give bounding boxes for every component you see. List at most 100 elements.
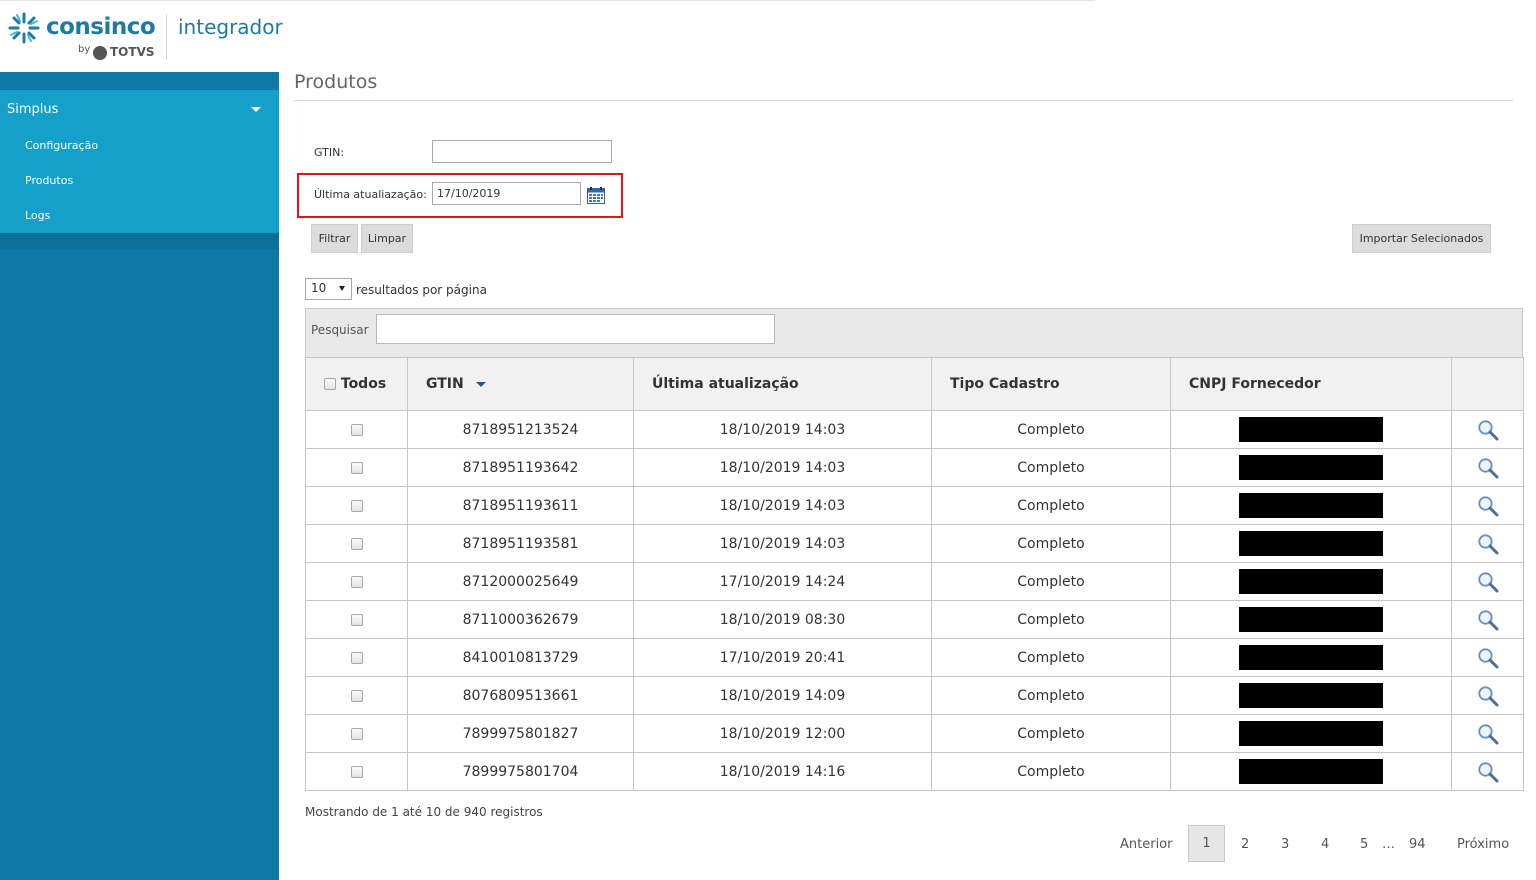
clear-button[interactable]: Limpar — [361, 224, 413, 253]
top-divider — [0, 0, 1095, 1]
totvs-logo-icon — [93, 46, 107, 60]
pagination-page[interactable]: 4 — [1321, 837, 1329, 852]
gtin-cell: 8410010813729 — [407, 638, 634, 677]
magnifier-icon[interactable] — [1477, 533, 1499, 555]
table-row[interactable]: 7899975801704 18/10/2019 14:16 Completo — [305, 752, 1524, 791]
tipo-cadastro-cell: Completo — [931, 410, 1171, 449]
gtin-cell: 8718951213524 — [407, 410, 634, 449]
magnifier-icon[interactable] — [1477, 685, 1499, 707]
pagination-next[interactable]: Próximo — [1457, 837, 1509, 852]
last-update-cell: 18/10/2019 08:30 — [633, 600, 932, 639]
row-checkbox[interactable] — [350, 499, 363, 512]
cnpj-cell — [1170, 600, 1452, 639]
magnifier-icon[interactable] — [1477, 723, 1499, 745]
last-update-cell: 17/10/2019 20:41 — [633, 638, 932, 677]
cnpj-cell — [1170, 448, 1452, 487]
pagination-page[interactable]: 2 — [1241, 837, 1249, 852]
magnifier-icon[interactable] — [1477, 457, 1499, 479]
pagination-previous[interactable]: Anterior — [1120, 837, 1172, 852]
date-input[interactable] — [432, 182, 581, 205]
app-logo[interactable]: consinco by TOTVS integrador — [6, 8, 283, 64]
last-update-cell: 18/10/2019 14:03 — [633, 410, 932, 449]
magnifier-icon[interactable] — [1477, 647, 1499, 669]
row-select-cell — [305, 410, 408, 449]
row-checkbox[interactable] — [350, 461, 363, 474]
sidebar-item-produtos[interactable]: Produtos — [25, 174, 73, 187]
row-checkbox[interactable] — [350, 575, 363, 588]
table-row[interactable]: 8076809513661 18/10/2019 14:09 Completo — [305, 676, 1524, 715]
import-selected-button[interactable]: Importar Selecionados — [1352, 224, 1491, 253]
last-update-cell: 18/10/2019 14:16 — [633, 752, 932, 791]
calendar-icon[interactable] — [587, 187, 605, 204]
sidebar-item-logs[interactable]: Logs — [25, 209, 50, 222]
magnifier-icon[interactable] — [1477, 761, 1499, 783]
row-checkbox[interactable] — [350, 651, 363, 664]
column-header-cnpj[interactable]: CNPJ Fornecedor — [1170, 357, 1452, 411]
records-info: Mostrando de 1 até 10 de 940 registros — [305, 805, 543, 819]
redacted-block — [1239, 683, 1383, 708]
tipo-cadastro-cell: Completo — [931, 448, 1171, 487]
select-all-label: Todos — [340, 376, 387, 392]
tipo-cadastro-cell: Completo — [931, 600, 1171, 639]
pagination-page[interactable]: 5 — [1360, 837, 1368, 852]
actions-cell — [1451, 486, 1524, 525]
page-size-value: 10 — [311, 281, 327, 295]
row-checkbox[interactable] — [350, 423, 363, 436]
cnpj-cell — [1170, 562, 1452, 601]
row-checkbox[interactable] — [350, 613, 363, 626]
actions-cell — [1451, 676, 1524, 715]
row-select-cell — [305, 486, 408, 525]
redacted-block — [1239, 607, 1383, 632]
row-checkbox[interactable] — [350, 765, 363, 778]
magnifier-icon[interactable] — [1477, 419, 1499, 441]
pagination-page-current[interactable]: 1 — [1188, 825, 1225, 862]
table-row[interactable]: 8718951213524 18/10/2019 14:03 Completo — [305, 410, 1524, 449]
tipo-cadastro-cell: Completo — [931, 714, 1171, 753]
sidebar-group-title[interactable]: Simplus — [7, 102, 58, 117]
chevron-down-icon[interactable] — [251, 107, 261, 112]
actions-cell — [1451, 714, 1524, 753]
redacted-block — [1239, 645, 1383, 670]
magnifier-icon[interactable] — [1477, 495, 1499, 517]
row-checkbox[interactable] — [350, 537, 363, 550]
redacted-block — [1239, 721, 1383, 746]
sidebar-item-configuracao[interactable]: Configuração — [25, 139, 98, 152]
row-checkbox[interactable] — [350, 689, 363, 702]
pagination-page-last[interactable]: 94 — [1409, 837, 1426, 852]
redacted-block — [1239, 569, 1383, 594]
actions-cell — [1451, 600, 1524, 639]
actions-cell — [1451, 448, 1524, 487]
last-update-cell: 18/10/2019 12:00 — [633, 714, 932, 753]
table-row[interactable]: 8410010813729 17/10/2019 20:41 Completo — [305, 638, 1524, 677]
pagination-page[interactable]: 3 — [1281, 837, 1289, 852]
table-row[interactable]: 8718951193611 18/10/2019 14:03 Completo — [305, 486, 1524, 525]
select-all-checkbox[interactable] — [324, 378, 336, 390]
column-header-actions — [1451, 357, 1524, 411]
table-row[interactable]: 8718951193581 18/10/2019 14:03 Completo — [305, 524, 1524, 563]
tipo-cadastro-cell: Completo — [931, 676, 1171, 715]
table-row[interactable]: 8712000025649 17/10/2019 14:24 Completo — [305, 562, 1524, 601]
cnpj-cell — [1170, 676, 1452, 715]
last-update-cell: 18/10/2019 14:09 — [633, 676, 932, 715]
products-table: Todos GTIN Última atualização Tipo Cadas… — [305, 357, 1524, 791]
search-input[interactable] — [376, 314, 775, 344]
table-row[interactable]: 7899975801827 18/10/2019 12:00 Completo — [305, 714, 1524, 753]
table-row[interactable]: 8711000362679 18/10/2019 08:30 Completo — [305, 600, 1524, 639]
gtin-input[interactable] — [432, 140, 612, 163]
column-header-last-update[interactable]: Última atualização — [633, 357, 932, 411]
column-header-tipo-cadastro[interactable]: Tipo Cadastro — [931, 357, 1171, 411]
last-update-cell: 18/10/2019 14:03 — [633, 448, 932, 487]
row-checkbox[interactable] — [350, 727, 363, 740]
page-size-label: resultados por página — [356, 283, 487, 297]
gtin-cell: 8712000025649 — [407, 562, 634, 601]
last-update-cell: 18/10/2019 14:03 — [633, 486, 932, 525]
row-select-cell — [305, 752, 408, 791]
filter-button[interactable]: Filtrar — [311, 224, 358, 253]
column-header-gtin[interactable]: GTIN — [407, 357, 634, 411]
table-row[interactable]: 8718951193642 18/10/2019 14:03 Completo — [305, 448, 1524, 487]
gtin-cell: 8076809513661 — [407, 676, 634, 715]
magnifier-icon[interactable] — [1477, 609, 1499, 631]
caret-down-icon[interactable] — [339, 286, 345, 291]
magnifier-icon[interactable] — [1477, 571, 1499, 593]
gtin-cell: 8718951193642 — [407, 448, 634, 487]
